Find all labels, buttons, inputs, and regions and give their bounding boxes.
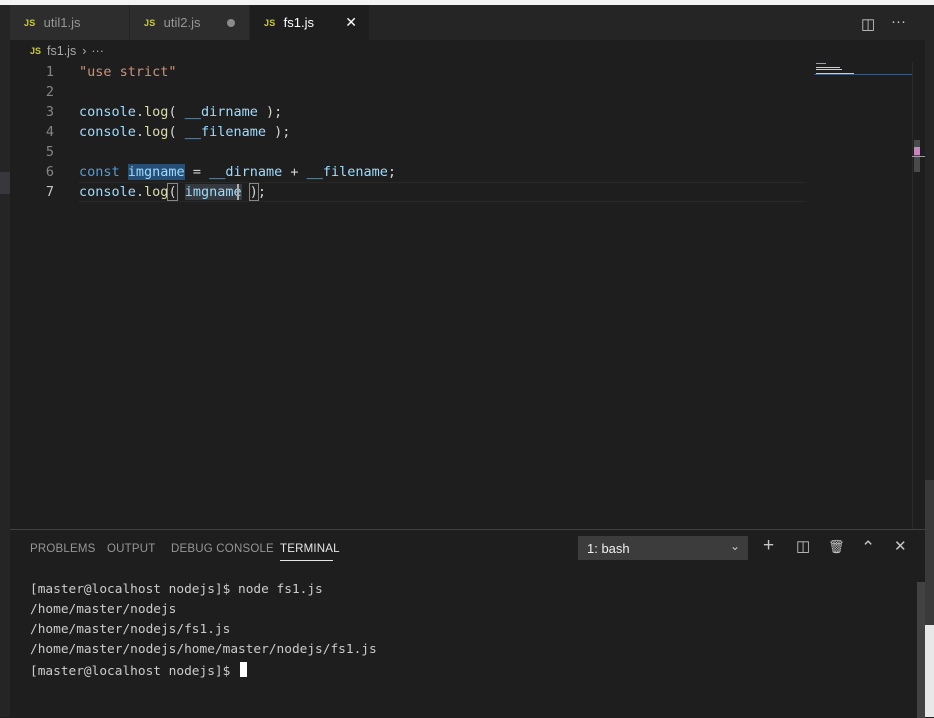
close-icon[interactable]: ✕: [345, 14, 357, 31]
line-number: 3: [45, 104, 54, 120]
token: (: [168, 124, 185, 140]
terminal-select-value: 1: bash: [587, 540, 630, 556]
token: console: [79, 124, 136, 140]
tab-problems[interactable]: PROBLEMS: [30, 543, 96, 555]
window-edge-light: [925, 625, 934, 717]
token: .: [135, 104, 145, 120]
terminal-prompt: [master@localhost nodejs]$: [30, 664, 239, 679]
string-token: "use strict": [79, 64, 177, 80]
token: __filename: [306, 164, 388, 180]
split-editor-icon[interactable]: ◫: [861, 15, 875, 33]
code-line-3[interactable]: console.log( __dirname );: [79, 104, 282, 120]
line-number: 6: [45, 164, 54, 180]
keyword-token: const: [79, 164, 120, 180]
minimap-line: [816, 69, 842, 70]
code-line-4[interactable]: console.log( __filename );: [79, 124, 290, 140]
token: );: [265, 124, 291, 140]
line-number: 5: [45, 144, 54, 160]
terminal-prompt-line: [master@localhost nodejs]$: [30, 662, 377, 682]
tab-util2[interactable]: JS util2.js: [130, 5, 249, 40]
token: log: [144, 184, 169, 200]
token: __filename: [184, 124, 266, 140]
tab-label: util2.js: [163, 15, 201, 30]
minimap-line: [816, 63, 826, 64]
activity-bar: [0, 5, 10, 717]
token: =: [184, 164, 210, 180]
tab-util1[interactable]: JS util1.js: [10, 5, 129, 40]
minimap-line: [816, 67, 840, 68]
scrollbar-marker: [914, 147, 920, 155]
token: __dirname: [209, 164, 283, 180]
editor-scrollbar[interactable]: [912, 62, 925, 529]
highlighted-identifier: imgname: [184, 184, 242, 200]
maximize-panel-icon[interactable]: ⌃: [861, 538, 875, 558]
token: (: [168, 104, 185, 120]
tab-debug-console[interactable]: DEBUG CONSOLE: [171, 543, 274, 555]
token: );: [257, 104, 283, 120]
token: .: [135, 124, 145, 140]
terminal-line: /home/master/nodejs: [30, 602, 177, 617]
code-line-6[interactable]: const imgname = __dirname + __filename;: [79, 164, 396, 180]
js-file-icon: JS: [24, 17, 36, 28]
code-line-1[interactable]: "use strict": [79, 64, 177, 80]
terminal-scrollbar[interactable]: [917, 582, 925, 718]
breadcrumb: JS fs1.js › ···: [10, 40, 925, 62]
token: __dirname: [184, 104, 258, 120]
unsaved-dot-icon[interactable]: [227, 18, 235, 27]
token: console: [79, 184, 136, 200]
token: log: [144, 104, 169, 120]
tab-label: fs1.js: [283, 15, 314, 30]
minimap[interactable]: [814, 62, 912, 82]
token: +: [282, 164, 307, 180]
terminal-cursor: [240, 662, 248, 677]
token: ;: [387, 164, 397, 180]
line-number: 2: [45, 84, 54, 100]
js-file-icon: JS: [30, 46, 42, 56]
close-panel-icon[interactable]: ✕: [894, 537, 907, 555]
split-terminal-icon[interactable]: ◫: [796, 537, 810, 555]
breadcrumb-separator-icon: ›: [82, 44, 87, 58]
add-terminal-icon[interactable]: +: [763, 535, 774, 557]
scrollbar-cursor-marker: [912, 156, 925, 157]
tab-output[interactable]: OUTPUT: [107, 543, 155, 555]
editor-tab-bar: JS util1.js JS util2.js JS fs1.js ✕ ◫ ··…: [10, 5, 925, 40]
token: ;: [257, 184, 267, 200]
tab-label: util1.js: [43, 15, 81, 30]
js-file-icon: JS: [144, 17, 156, 28]
code-editor[interactable]: 1 2 3 4 5 6 7 "use strict" console.log( …: [10, 62, 925, 529]
terminal-line: /home/master/nodejs/home/master/nodejs/f…: [30, 642, 377, 657]
trash-icon[interactable]: 🗑: [828, 539, 845, 555]
js-file-icon: JS: [264, 17, 276, 28]
tab-terminal[interactable]: TERMINAL: [280, 543, 340, 555]
bottom-panel: PROBLEMS OUTPUT DEBUG CONSOLE TERMINAL 1…: [10, 529, 925, 718]
terminal-output[interactable]: [master@localhost nodejs]$ node fs1.js /…: [30, 582, 377, 682]
token: log: [144, 124, 169, 140]
breadcrumb-file[interactable]: fs1.js: [47, 44, 76, 58]
minimap-viewport: [814, 74, 912, 75]
breadcrumb-more[interactable]: ···: [91, 44, 104, 58]
token: console: [79, 104, 136, 120]
matching-bracket: ): [248, 183, 259, 201]
terminal-line: /home/master/nodejs/fs1.js: [30, 622, 231, 637]
terminal-line: [master@localhost nodejs]$ node fs1.js: [30, 582, 323, 597]
active-tab-underline: [280, 560, 333, 561]
tab-fs1[interactable]: JS fs1.js ✕: [250, 5, 369, 40]
more-actions-icon[interactable]: ···: [891, 13, 906, 30]
selected-identifier: imgname: [127, 164, 185, 180]
token: .: [135, 184, 145, 200]
line-number: 1: [45, 64, 54, 80]
matching-bracket: (: [167, 183, 178, 201]
text-cursor: [237, 184, 239, 200]
activity-bar-marker: [0, 172, 10, 194]
chevron-down-icon: ⌄: [729, 539, 740, 553]
terminal-select[interactable]: 1: bash ⌄: [578, 536, 748, 560]
window-edge-dark: [925, 480, 934, 630]
line-number: 4: [45, 124, 54, 140]
line-number-current: 7: [45, 184, 54, 200]
